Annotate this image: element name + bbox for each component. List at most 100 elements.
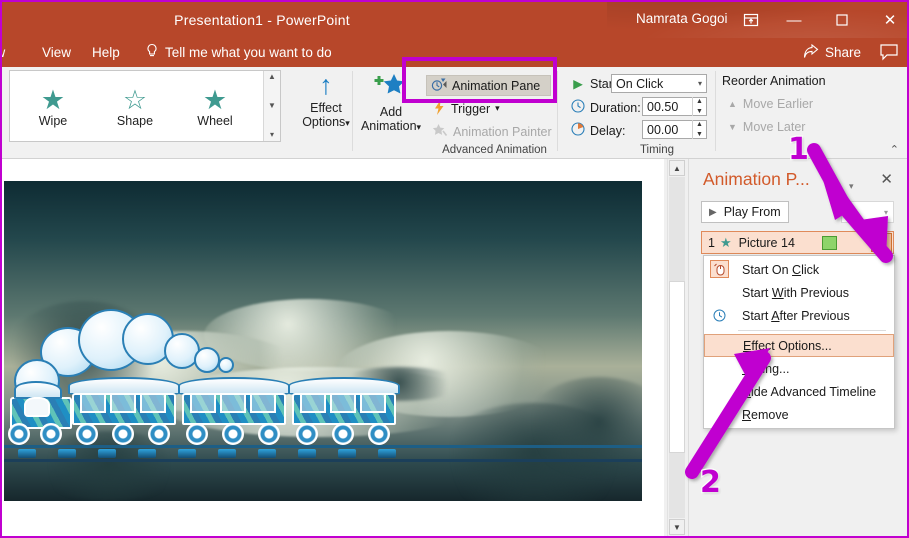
- add-animation-button[interactable]: Add Animation▾: [358, 72, 424, 150]
- duration-value: 00.50: [647, 99, 679, 114]
- train-rail-lower: [4, 459, 642, 462]
- menu-item-start-with-previous[interactable]: Start With Previous: [704, 281, 894, 304]
- chevron-down-icon[interactable]: ▾: [698, 79, 702, 88]
- scrollbar-thumb[interactable]: [669, 281, 685, 453]
- arrow-up-icon: ▲: [728, 99, 737, 109]
- play-from-button[interactable]: ▶ Play From: [701, 201, 789, 223]
- pane-close-icon[interactable]: ✕: [880, 170, 893, 188]
- stepper-up-icon[interactable]: ▲: [696, 98, 703, 105]
- train-carriage-1: [68, 371, 180, 431]
- tell-me-search[interactable]: Tell me what you want to do: [145, 38, 332, 67]
- chevron-down-icon[interactable]: ▾: [417, 122, 422, 132]
- minimize-button[interactable]: —: [774, 2, 814, 38]
- stepper-down-icon[interactable]: ▼: [696, 131, 703, 138]
- ribbon-tab-row: ew View Help Tell me what you want to do…: [2, 38, 907, 67]
- duration-input[interactable]: 00.50 ▲ ▼: [642, 97, 707, 116]
- animation-item-dropdown-arrow[interactable]: ▾: [871, 233, 892, 252]
- close-button[interactable]: ✕: [870, 2, 907, 38]
- share-icon: [803, 43, 820, 62]
- maximize-button[interactable]: [822, 2, 862, 38]
- gallery-more-icon[interactable]: ▾: [270, 131, 274, 139]
- document-title: Presentation1 - PowerPoint: [174, 12, 350, 28]
- play-icon: ▶: [573, 77, 583, 91]
- start-select[interactable]: On Click ▾: [611, 74, 707, 93]
- slide-canvas[interactable]: [4, 181, 642, 501]
- menu-item-remove[interactable]: Remove: [704, 403, 894, 426]
- menu-label: Hide Advanced Timeline: [742, 384, 877, 399]
- animation-pane-button[interactable]: Animation Pane: [426, 75, 552, 96]
- gallery-item-label: Wheel: [197, 113, 233, 128]
- menu-label: Effect Options...: [743, 338, 832, 353]
- ribbon: ★ Wipe ☆ Shape ★ Wheel ▲ ▼ ▾ ↑ Effect Op…: [2, 67, 907, 215]
- add-animation-label-2: Animation▾: [360, 119, 422, 133]
- menu-item-start-after-previous[interactable]: Start After Previous: [704, 304, 894, 327]
- comment-icon[interactable]: [879, 43, 899, 64]
- menu-label: Start On Click: [742, 262, 820, 277]
- scroll-up-button[interactable]: ▲: [669, 160, 685, 176]
- trigger-bolt-icon: [433, 99, 446, 118]
- slide-editor[interactable]: [2, 159, 664, 536]
- stepper-up-icon[interactable]: ▲: [696, 121, 703, 128]
- animation-index: 1: [708, 235, 715, 250]
- pane-menu-chevron-icon[interactable]: ▾: [849, 181, 854, 192]
- stepper-down-icon[interactable]: ▼: [696, 108, 703, 115]
- delay-clock-icon: [570, 122, 586, 139]
- effect-options-button[interactable]: ↑ Effect Options▾: [296, 72, 356, 150]
- account-name[interactable]: Namrata Gogoi: [636, 11, 728, 26]
- effect-options-label-1: Effect: [310, 101, 342, 115]
- duration-stepper[interactable]: ▲ ▼: [692, 97, 706, 116]
- gallery-scroll-down-icon[interactable]: ▼: [268, 102, 276, 110]
- share-button[interactable]: Share: [803, 38, 861, 67]
- start-value: On Click: [616, 76, 664, 91]
- menu-item-timing[interactable]: Timing...: [704, 357, 894, 380]
- animation-seek-bar[interactable]: ▾: [841, 201, 894, 223]
- green-timing-bar[interactable]: [822, 236, 837, 250]
- ribbon-display-options-icon[interactable]: [740, 9, 762, 31]
- animation-pane-label: Animation Pane: [452, 78, 541, 93]
- up-arrow-icon: ↑: [319, 70, 333, 100]
- tell-me-label: Tell me what you want to do: [165, 45, 332, 60]
- menu-item-start-on-click[interactable]: Start On Click: [704, 258, 894, 281]
- menu-label: Start After Previous: [742, 308, 850, 323]
- animation-pane-title: Animation P...: [703, 169, 810, 189]
- tab-review[interactable]: ew: [2, 38, 5, 67]
- menu-label: Timing...: [742, 361, 790, 376]
- reorder-animation-title: Reorder Animation: [722, 74, 826, 88]
- mouse-click-icon: [710, 260, 729, 278]
- annotation-number-1: 1: [787, 131, 810, 169]
- star-icon: ★: [719, 234, 732, 250]
- animation-gallery[interactable]: ★ Wipe ☆ Shape ★ Wheel ▲ ▼ ▾: [9, 70, 281, 142]
- gallery-item-wipe[interactable]: ★ Wipe: [14, 75, 92, 139]
- chevron-down-icon[interactable]: ▾: [345, 118, 350, 128]
- share-label: Share: [824, 45, 861, 60]
- gallery-scrollbar[interactable]: ▲ ▼ ▾: [263, 71, 280, 141]
- gallery-scroll-up-icon[interactable]: ▲: [268, 73, 276, 81]
- gallery-item-shape[interactable]: ☆ Shape: [96, 75, 174, 139]
- menu-item-effect-options[interactable]: Effect Options...: [704, 334, 894, 357]
- delay-value: 00.00: [647, 122, 679, 137]
- delay-row: Delay:: [570, 122, 625, 139]
- gallery-item-label: Shape: [116, 113, 154, 128]
- tab-help[interactable]: Help: [92, 38, 120, 67]
- animation-list-item[interactable]: 1 ★ Picture 14 ▾: [701, 231, 894, 254]
- gallery-item-wheel[interactable]: ★ Wheel: [176, 75, 254, 139]
- collapse-ribbon-icon[interactable]: ⌃: [890, 143, 899, 156]
- tab-view[interactable]: View: [42, 38, 71, 67]
- move-earlier-label: Move Earlier: [742, 97, 814, 111]
- menu-label: Start With Previous: [742, 285, 849, 300]
- powerpoint-window: Presentation1 - PowerPoint Namrata Gogoi…: [0, 0, 909, 538]
- delay-stepper[interactable]: ▲ ▼: [692, 120, 706, 139]
- chevron-down-icon[interactable]: ▾: [884, 208, 888, 217]
- menu-item-hide-advanced-timeline[interactable]: Hide Advanced Timeline: [704, 380, 894, 403]
- delay-input[interactable]: 00.00 ▲ ▼: [642, 120, 707, 139]
- slide-scrollbar[interactable]: ▲ ▼: [667, 159, 685, 536]
- move-earlier-button: ▲ Move Earlier: [728, 97, 813, 111]
- scroll-down-button[interactable]: ▼: [669, 519, 685, 535]
- trigger-button[interactable]: Trigger ▾: [429, 98, 504, 119]
- chevron-down-icon[interactable]: ▾: [495, 103, 500, 114]
- star-icon: ★: [202, 84, 228, 115]
- play-from-label: Play From: [723, 205, 781, 219]
- star-hollow-icon: ☆: [122, 84, 148, 115]
- duration-label: Duration:: [590, 100, 641, 115]
- timing-group-label: Timing: [639, 144, 675, 156]
